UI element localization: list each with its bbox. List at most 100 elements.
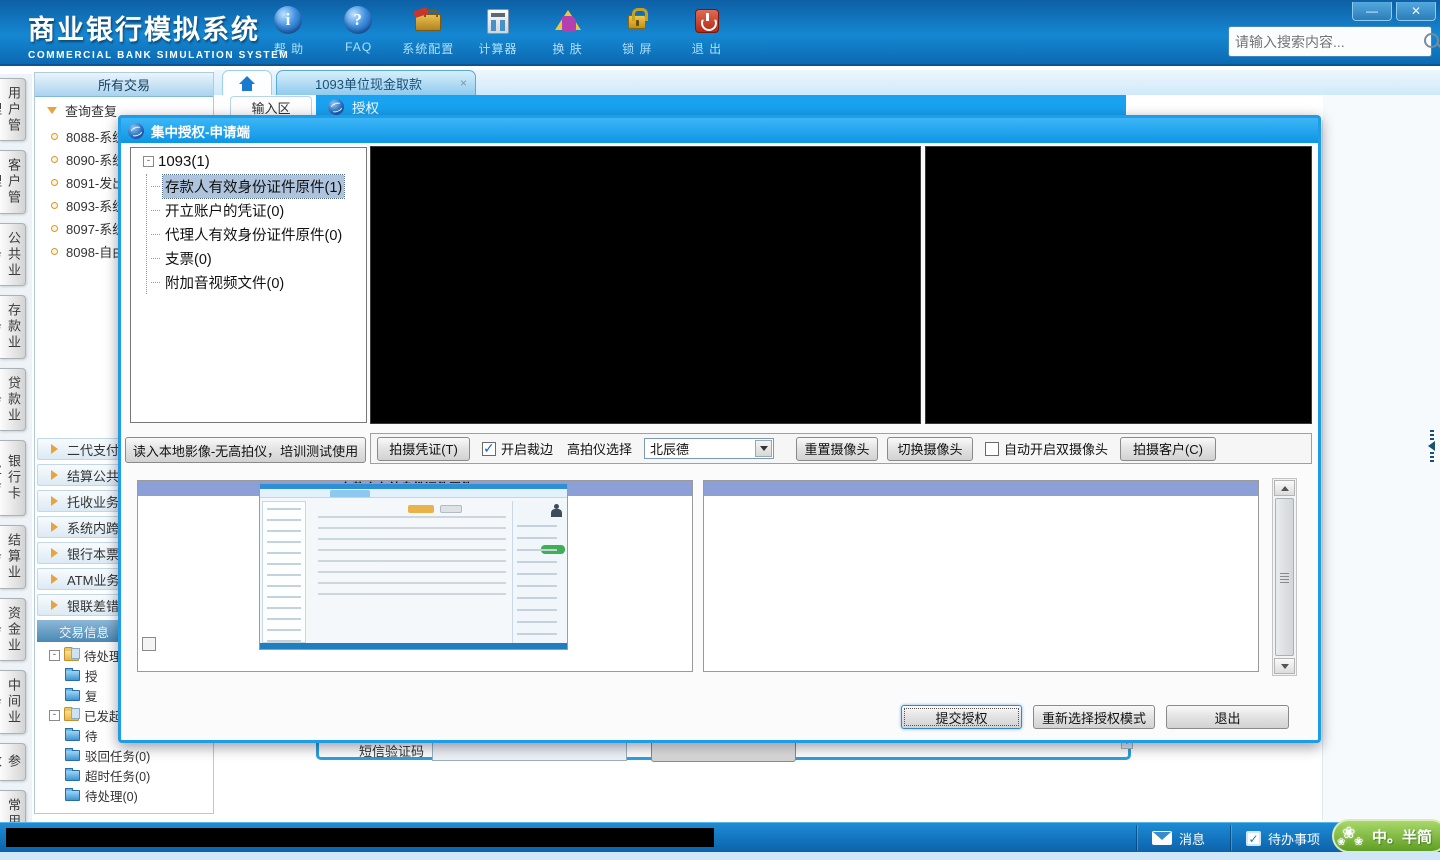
app-subtitle: COMMERCIAL BANK SIMULATION SYSTEM bbox=[28, 50, 290, 61]
skin-brand-badge: ❀ ❀ ❀ 中。半简 bbox=[1332, 819, 1440, 853]
reselect-auth-mode-button[interactable]: 重新选择授权模式 bbox=[1033, 705, 1155, 729]
search-input[interactable] bbox=[1229, 33, 1422, 50]
help-button[interactable]: i 帮 助 bbox=[258, 6, 320, 57]
doc-tree-children: 存款人有效身份证件原件(1) 开立账户的凭证(0) 代理人有效身份证件原件(0)… bbox=[146, 173, 366, 294]
camera-feed-customer bbox=[925, 146, 1312, 424]
redacted-user-info bbox=[6, 828, 714, 847]
scanner-select[interactable]: 北辰德 bbox=[644, 438, 775, 459]
folder-icon bbox=[64, 706, 80, 721]
change-skin-button[interactable]: 换 肤 bbox=[537, 6, 599, 57]
shoot-document-button[interactable]: 拍摄凭证(T) bbox=[377, 436, 470, 461]
right-side-panel bbox=[1323, 95, 1440, 822]
shoot-customer-button[interactable]: 拍摄客户(C) bbox=[1120, 436, 1216, 461]
collapsed-arrow-icon bbox=[51, 522, 58, 532]
load-local-image-button[interactable]: 读入本地影像-无高拍仪，培训测试使用 bbox=[125, 437, 366, 463]
search-icon[interactable] bbox=[1422, 31, 1439, 53]
doc-tree-root[interactable]: - 1093(1) bbox=[131, 148, 366, 174]
module-tab-deposit[interactable]: 存款业务 bbox=[0, 295, 26, 359]
submit-authorization-button[interactable]: 提交授权 bbox=[901, 705, 1022, 729]
grip-dots-icon bbox=[1429, 430, 1434, 440]
app-title: 商业银行模拟系统 bbox=[28, 15, 260, 45]
tree-item-timeout-tasks[interactable]: 超时任务(0) bbox=[35, 765, 213, 785]
image-select-checkbox[interactable] bbox=[142, 637, 156, 651]
faq-icon: ? bbox=[343, 6, 374, 36]
collapse-icon[interactable]: - bbox=[49, 649, 60, 661]
checkbox-check-icon: ✓ bbox=[1246, 830, 1261, 846]
tree-item-rejected-tasks[interactable]: 驳回任务(0) bbox=[35, 745, 213, 765]
module-tab-settlement[interactable]: 结算业务 bbox=[0, 525, 26, 589]
tab-close-icon[interactable]: × bbox=[460, 76, 467, 90]
close-button[interactable]: ✕ bbox=[1396, 2, 1436, 21]
app-header: 商业银行模拟系统 COMMERCIAL BANK SIMULATION SYST… bbox=[0, 0, 1440, 66]
folder-icon bbox=[65, 787, 80, 801]
collapsed-arrow-icon bbox=[51, 470, 58, 480]
doc-tree-item-av-file[interactable]: 附加音视频文件(0) bbox=[147, 270, 366, 294]
auto-dual-camera-checkbox[interactable] bbox=[985, 441, 1000, 456]
panel-collapse-handle[interactable] bbox=[1426, 430, 1437, 466]
lock-screen-button[interactable]: 锁 屏 bbox=[606, 6, 668, 57]
collapse-icon[interactable]: - bbox=[143, 155, 154, 167]
home-tab[interactable] bbox=[222, 70, 272, 95]
flower-icon: ❀ bbox=[1337, 837, 1346, 848]
crop-edges-checkbox[interactable] bbox=[482, 440, 496, 457]
preview-scrollbar[interactable] bbox=[1272, 478, 1297, 676]
lock-icon bbox=[622, 6, 652, 36]
reset-camera-button[interactable]: 重置摄像头 bbox=[796, 436, 879, 461]
statusbar-divider bbox=[1136, 825, 1137, 851]
home-icon bbox=[239, 76, 255, 91]
minimize-button[interactable]: — bbox=[1352, 2, 1392, 21]
crop-edges-label: 开启裁边 bbox=[501, 442, 554, 457]
system-config-button[interactable]: 系统配置 bbox=[397, 6, 459, 57]
calculator-button[interactable]: 计算器 bbox=[467, 6, 529, 57]
help-icon: i bbox=[274, 6, 304, 36]
collapsed-arrow-icon bbox=[51, 574, 58, 584]
collapsed-arrow-icon bbox=[51, 600, 58, 610]
tree-item-pending-tasks[interactable]: 待处理(0) bbox=[35, 785, 213, 805]
global-search bbox=[1228, 26, 1439, 57]
dialog-titlebar[interactable]: 集中授权-申请端 bbox=[121, 118, 1318, 143]
central-authorization-dialog: 集中授权-申请端 - 1093(1) 存款人有效身份证件原件(1) 开立账户的凭… bbox=[118, 115, 1321, 743]
shirt-icon bbox=[553, 6, 583, 36]
camera-controls-strip: 拍摄凭证(T) 开启裁边 高拍仪选择 北辰德 重置摄像头 切换摄像头 自动开启双… bbox=[370, 433, 1312, 464]
bottom-edge-strip bbox=[0, 852, 1440, 860]
dialog-exit-button[interactable]: 退出 bbox=[1166, 705, 1289, 729]
globe-icon bbox=[128, 122, 144, 139]
exit-button[interactable]: 退 出 bbox=[676, 6, 738, 57]
doc-tree-item-account-voucher[interactable]: 开立账户的凭证(0) bbox=[147, 198, 366, 222]
faq-button[interactable]: ? FAQ bbox=[328, 6, 390, 57]
toolbox-icon bbox=[413, 6, 443, 36]
module-tab-public[interactable]: 公共业务 bbox=[0, 222, 26, 287]
collapse-icon[interactable]: - bbox=[49, 709, 60, 721]
bullet-icon bbox=[51, 225, 58, 232]
folder-icon bbox=[64, 646, 80, 661]
bullet-icon bbox=[51, 179, 58, 186]
switch-camera-button[interactable]: 切换摄像头 bbox=[887, 436, 974, 461]
module-tab-params[interactable]: 参数 bbox=[0, 742, 26, 782]
module-tab-user[interactable]: 用户管理 bbox=[0, 78, 26, 142]
module-tab-bankcard[interactable]: 银行卡业务 bbox=[0, 440, 26, 517]
messages-button[interactable]: 消息 bbox=[1152, 823, 1205, 853]
doc-tree-item-depositor-id[interactable]: 存款人有效身份证件原件(1) bbox=[147, 173, 366, 199]
module-tab-customer[interactable]: 客户管理 bbox=[0, 150, 26, 214]
tab-1093-cash-withdrawal[interactable]: 1093单位现金取款 × bbox=[276, 70, 476, 95]
module-tab-loan[interactable]: 贷款业务 bbox=[0, 367, 26, 432]
doc-tree-item-cheque[interactable]: 支票(0) bbox=[147, 246, 366, 270]
app-window: 商业银行模拟系统 COMMERCIAL BANK SIMULATION SYST… bbox=[0, 0, 1440, 860]
doc-tree-item-agent-id[interactable]: 代理人有效身份证件原件(0) bbox=[147, 222, 366, 246]
bullet-icon bbox=[51, 133, 58, 140]
todo-button[interactable]: ✓ 待办事项 bbox=[1246, 823, 1320, 853]
grip-dots-icon bbox=[1429, 452, 1434, 462]
scrollbar-thumb[interactable] bbox=[1275, 498, 1294, 656]
all-trades-tab[interactable]: 所有交易 bbox=[35, 73, 213, 97]
module-tab-funds[interactable]: 资金业务 bbox=[0, 597, 26, 662]
scroll-down-icon[interactable] bbox=[1274, 658, 1295, 674]
dialog-body: - 1093(1) 存款人有效身份证件原件(1) 开立账户的凭证(0) 代理人有… bbox=[121, 143, 1318, 740]
scroll-up-icon[interactable] bbox=[1274, 480, 1295, 496]
bullet-icon bbox=[51, 156, 58, 163]
module-tab-intermediate[interactable]: 中间业务 bbox=[0, 670, 26, 734]
header-toolbar: i 帮 助 ? FAQ 系统配置 计算器 换 肤 锁 屏 退 出 bbox=[258, 6, 738, 57]
bullet-icon bbox=[51, 248, 58, 255]
bullet-icon bbox=[51, 202, 58, 209]
captured-image-thumbnail[interactable] bbox=[259, 483, 568, 650]
collapsed-arrow-icon bbox=[51, 444, 58, 454]
